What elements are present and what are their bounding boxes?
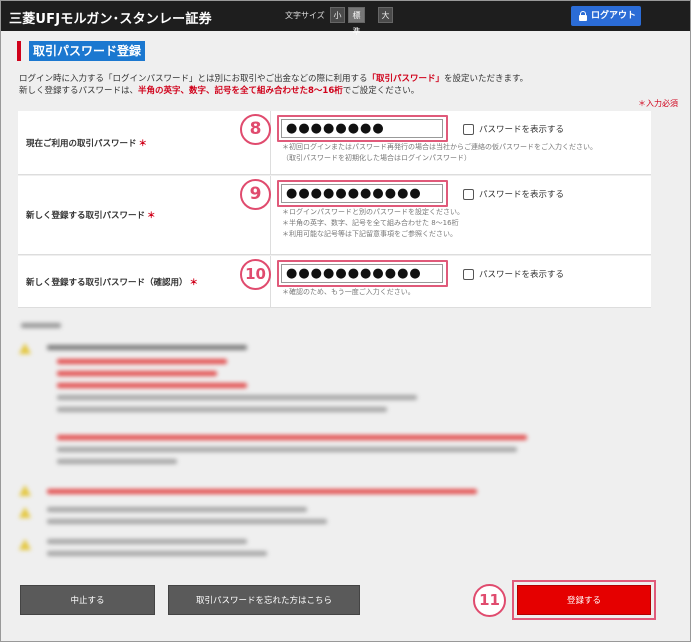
warning-icon (19, 539, 31, 550)
field-help: ＊確認のため、もう一度ご入力ください。 (282, 288, 415, 296)
title-accent-bar (17, 41, 21, 61)
form-row-current-password: 現在ご利用の取引パスワード＊ 8 ●●●●●●●● パスワードを表示する ＊初回… (18, 111, 651, 175)
step-number-badge: 9 (240, 179, 271, 210)
show-password-checkbox[interactable]: パスワードを表示する (463, 188, 564, 200)
checkbox-icon[interactable] (463, 268, 474, 280)
step-number-badge: 11 (473, 584, 506, 617)
intro-text: ログイン時に入力する「ログインパスワード」とは別にお取引やご出金などの際に利用す… (19, 73, 689, 97)
top-bar: 三菱UFJモルガン･スタンレー証券 文字サイズ 小 標準 大 ログアウト (1, 1, 690, 36)
form-row-new-password: 新しく登録する取引パスワード＊ 9 ●●●●●●●●●●● パスワードを表示する… (18, 176, 651, 255)
lock-icon (579, 11, 587, 21)
logout-button[interactable]: ログアウト (571, 6, 641, 26)
show-password-checkbox[interactable]: パスワードを表示する (463, 123, 564, 135)
show-password-checkbox[interactable]: パスワードを表示する (463, 268, 564, 280)
field-help: ＊初回ログインまたはパスワード再発行の場合は当社からご連絡の仮パスワードをご入力… (282, 143, 597, 162)
register-button[interactable]: 登録する (517, 585, 651, 615)
font-size-large-button[interactable]: 大 (378, 7, 393, 23)
step-number-badge: 10 (240, 259, 271, 290)
required-note: ＊入力必須 (638, 99, 678, 108)
intro-line-2: 新しく登録するパスワードは、半角の英字、数字、記号を全て組み合わせた8～16桁で… (19, 86, 420, 96)
font-size-small-button[interactable]: 小 (330, 7, 345, 23)
field-label: 新しく登録する取引パスワード（確認用）＊ (18, 256, 271, 307)
page-frame: 三菱UFJモルガン･スタンレー証券 文字サイズ 小 標準 大 ログアウト 取引パ… (0, 0, 691, 642)
cancel-button[interactable]: 中止する (20, 585, 155, 615)
warning-icon (19, 507, 31, 518)
logout-label: ログアウト (591, 11, 637, 21)
warning-icon (19, 485, 31, 496)
field-label: 新しく登録する取引パスワード＊ (18, 176, 271, 254)
form-row-confirm-password: 新しく登録する取引パスワード（確認用）＊ 10 ●●●●●●●●●●● パスワー… (18, 256, 651, 308)
field-label: 現在ご利用の取引パスワード＊ (18, 111, 271, 174)
step-number-badge: 8 (240, 114, 271, 145)
font-size-label: 文字サイズ (285, 11, 325, 20)
blurred-heading (21, 323, 61, 328)
checkbox-icon[interactable] (463, 188, 474, 200)
checkbox-icon[interactable] (463, 123, 474, 135)
current-password-input[interactable]: ●●●●●●●● (281, 119, 443, 138)
font-size-standard-button[interactable]: 標準 (348, 7, 365, 36)
brand-logo: 三菱UFJモルガン･スタンレー証券 (9, 12, 212, 27)
forgot-password-button[interactable]: 取引パスワードを忘れた方はこちら (168, 585, 360, 615)
confirm-password-input[interactable]: ●●●●●●●●●●● (281, 264, 443, 283)
warning-icon (19, 343, 31, 354)
intro-line-1: ログイン時に入力する「ログインパスワード」とは別にお取引やご出金などの際に利用す… (19, 74, 529, 84)
new-password-input[interactable]: ●●●●●●●●●●● (281, 184, 443, 203)
blurred-notes-section (17, 317, 657, 567)
page-title: 取引パスワード登録 (29, 41, 146, 61)
field-help: ＊ログインパスワードと別のパスワードを設定ください。 ＊半角の英字、数字、記号を… (282, 208, 464, 238)
